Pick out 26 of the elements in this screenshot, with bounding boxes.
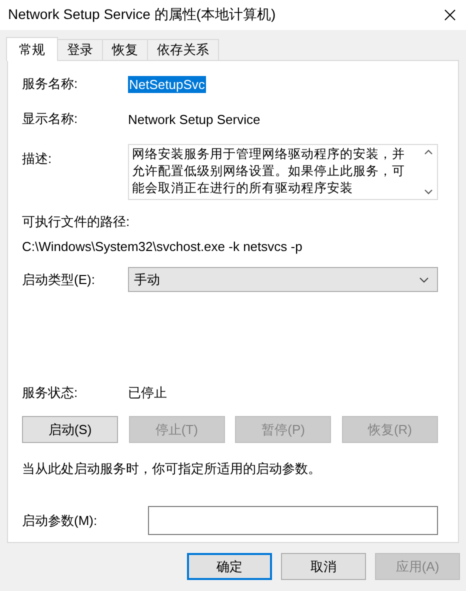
parameters-field[interactable]	[148, 506, 438, 535]
field-label: 启动类型(E):	[22, 270, 96, 288]
status-value: 已停止	[128, 384, 167, 402]
description-text: 网络安装服务用于管理网络驱动程序的安装，并允许配置低级别网络设置。如果停止此服务，可能会取消正在进行的所有驱动程序安装	[131, 146, 406, 197]
tab[interactable]: 依存关系	[147, 39, 219, 60]
close-icon[interactable]	[444, 9, 456, 21]
hint-text: 当从此处启动服务时，你可指定所适用的启动参数。	[22, 460, 321, 478]
path-label: 可执行文件的路径:	[22, 213, 130, 231]
tab[interactable]: 常规	[6, 37, 58, 61]
service-button[interactable]: 启动(S)	[22, 416, 118, 443]
dialog-button[interactable]: 取消	[281, 553, 366, 580]
field-label: 描述:	[22, 150, 53, 168]
field-label: 服务名称:	[22, 75, 79, 93]
field-label: 服务状态:	[22, 384, 79, 402]
service-name-value[interactable]: NetSetupSvc	[128, 76, 206, 92]
path-value: C:\Windows\System32\svchost.exe -k netsvcs -p	[22, 239, 302, 254]
dialog-button[interactable]: 确定	[187, 553, 272, 580]
chevron-down-icon	[419, 276, 429, 282]
startup-type-dropdown[interactable]: 手动	[128, 267, 438, 292]
display-name-value: Network Setup Service	[128, 112, 260, 126]
scroll-down-icon[interactable]	[424, 189, 433, 195]
description-box[interactable]: 网络安装服务用于管理网络驱动程序的安装，并允许配置低级别网络设置。如果停止此服务，可能会取消正在进行的所有驱动程序安装	[128, 144, 438, 200]
field-label: 启动参数(M):	[22, 512, 98, 530]
window-title: Network Setup Service 的属性(本地计算机)	[8, 6, 276, 24]
scroll-up-icon[interactable]	[424, 149, 433, 155]
field-label: 显示名称:	[22, 110, 79, 128]
